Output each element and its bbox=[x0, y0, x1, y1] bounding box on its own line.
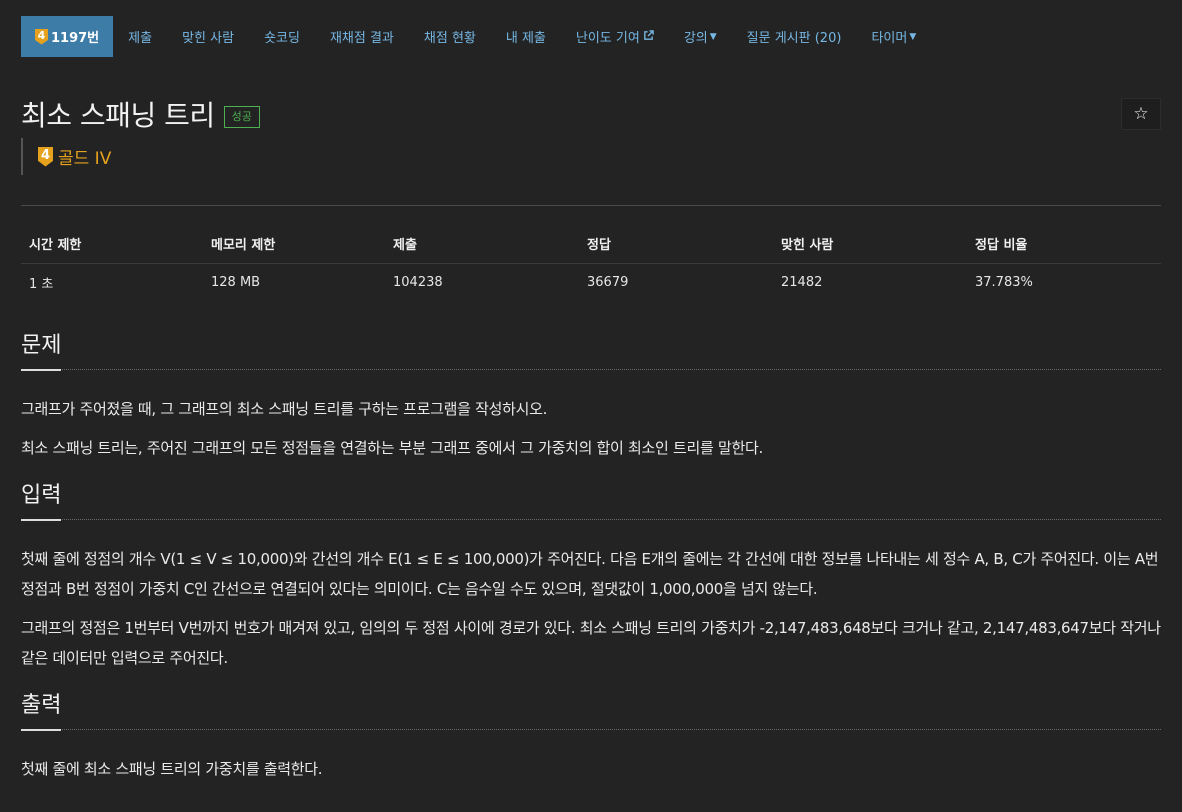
problem-title: 최소 스패닝 트리 bbox=[21, 99, 215, 132]
problem-nav: 4 1197번 제출 맞힌 사람 숏코딩 재채점 결과 채점 현황 내 제출 난… bbox=[21, 16, 1161, 57]
input-description: 첫째 줄에 정점의 개수 V(1 ≤ V ≤ 10,000)와 간선의 개수 E… bbox=[21, 544, 1161, 673]
header-submissions: 제출 bbox=[385, 224, 579, 264]
section-output: 출력 첫째 줄에 최소 스패닝 트리의 가중치를 출력한다. bbox=[21, 691, 1161, 784]
problem-info-table: 시간 제한 메모리 제한 제출 정답 맞힌 사람 정답 비율 1 초 128 M… bbox=[21, 224, 1161, 301]
nav-my-submissions[interactable]: 내 제출 bbox=[491, 16, 561, 57]
heading-underline bbox=[21, 369, 61, 371]
caret-down-icon: ▼ bbox=[709, 31, 717, 42]
star-icon: ☆ bbox=[1133, 104, 1149, 123]
accept-ratio-value: 37.783% bbox=[975, 275, 1033, 290]
time-limit-value: 1 초 bbox=[29, 277, 54, 292]
problem-heading: 문제 bbox=[21, 333, 62, 358]
nav-qna-board[interactable]: 질문 게시판 (20) bbox=[732, 16, 857, 57]
tier-label[interactable]: 골드 IV bbox=[58, 144, 111, 169]
section-heading: 문제 bbox=[21, 331, 1161, 371]
heading-underline bbox=[21, 519, 61, 521]
divider bbox=[21, 205, 1161, 206]
tier-icon: 4 bbox=[38, 146, 53, 167]
header-accepted: 정답 bbox=[579, 224, 773, 264]
favorite-star-button[interactable]: ☆ bbox=[1121, 98, 1161, 130]
nav-submit-label: 제출 bbox=[128, 31, 153, 46]
memory-limit-value: 128 MB bbox=[211, 275, 261, 290]
table-header-row: 시간 제한 메모리 제한 제출 정답 맞힌 사람 정답 비율 bbox=[21, 224, 1161, 264]
nav-lectures-dropdown[interactable]: 강의 ▼ bbox=[669, 16, 732, 57]
caret-down-icon: ▼ bbox=[909, 31, 917, 42]
nav-timer-dropdown[interactable]: 타이머 ▼ bbox=[856, 16, 931, 57]
paragraph: 그래프가 주어졌을 때, 그 그래프의 최소 스패닝 트리를 구하는 프로그램을… bbox=[21, 400, 548, 418]
nav-difficulty-label: 난이도 기여 bbox=[575, 31, 640, 46]
problem-tier: 4 골드 IV bbox=[21, 138, 1161, 175]
section-problem: 문제 그래프가 주어졌을 때, 그 그래프의 최소 스패닝 트리를 구하는 프로… bbox=[21, 331, 1161, 463]
nav-lectures-label: 강의 bbox=[683, 31, 708, 46]
result-badge: 성공 bbox=[223, 106, 260, 128]
table-row: 1 초 128 MB 104238 36679 21482 37.783% bbox=[21, 264, 1161, 302]
nav-qna-label: 질문 게시판 (20) bbox=[746, 31, 842, 46]
submissions-value: 104238 bbox=[393, 275, 443, 290]
nav-difficulty-contribution[interactable]: 난이도 기여 bbox=[561, 16, 669, 57]
paragraph: 최소 스패닝 트리는, 주어진 그래프의 모든 정점들을 연결하는 부분 그래프… bbox=[21, 439, 763, 457]
header-time-limit: 시간 제한 bbox=[21, 224, 203, 264]
nav-timer-label: 타이머 bbox=[871, 31, 908, 46]
nav-solved-users-label: 맞힌 사람 bbox=[182, 31, 235, 46]
external-link-icon bbox=[643, 29, 654, 44]
paragraph: 첫째 줄에 정점의 개수 V(1 ≤ V ≤ 10,000)와 간선의 개수 E… bbox=[21, 550, 1159, 598]
header-memory-limit: 메모리 제한 bbox=[203, 224, 385, 264]
nav-rejudge-results[interactable]: 재채점 결과 bbox=[315, 16, 409, 57]
nav-judge-status[interactable]: 채점 현황 bbox=[409, 16, 491, 57]
output-description: 첫째 줄에 최소 스패닝 트리의 가중치를 출력한다. bbox=[21, 754, 1161, 784]
solved-users-value: 21482 bbox=[781, 275, 823, 290]
problem-header: 최소 스패닝 트리 성공 ☆ bbox=[21, 96, 1161, 132]
problem-number-label: 1197번 bbox=[51, 31, 100, 46]
nav-short-coding[interactable]: 숏코딩 bbox=[249, 16, 315, 57]
nav-judge-status-label: 채점 현황 bbox=[423, 31, 476, 46]
section-heading: 입력 bbox=[21, 481, 1161, 521]
paragraph: 첫째 줄에 최소 스패닝 트리의 가중치를 출력한다. bbox=[21, 760, 323, 778]
heading-underline bbox=[21, 729, 61, 731]
section-heading: 출력 bbox=[21, 691, 1161, 731]
nav-problem-number[interactable]: 4 1197번 bbox=[21, 16, 114, 57]
nav-submit[interactable]: 제출 bbox=[113, 16, 167, 57]
nav-my-submissions-label: 내 제출 bbox=[505, 31, 546, 46]
input-heading: 입력 bbox=[21, 483, 62, 508]
accepted-value: 36679 bbox=[587, 275, 629, 290]
nav-short-coding-label: 숏코딩 bbox=[264, 31, 300, 46]
paragraph: 그래프의 정점은 1번부터 V번까지 번호가 매겨져 있고, 임의의 두 정점 … bbox=[21, 619, 1161, 667]
nav-rejudge-results-label: 재채점 결과 bbox=[329, 31, 394, 46]
nav-solved-users[interactable]: 맞힌 사람 bbox=[167, 16, 249, 57]
header-solved-users: 맞힌 사람 bbox=[773, 224, 967, 264]
section-input: 입력 첫째 줄에 정점의 개수 V(1 ≤ V ≤ 10,000)와 간선의 개… bbox=[21, 481, 1161, 673]
header-accept-ratio: 정답 비율 bbox=[967, 224, 1161, 264]
output-heading: 출력 bbox=[21, 693, 62, 718]
tier-icon: 4 bbox=[35, 28, 48, 45]
problem-description: 그래프가 주어졌을 때, 그 그래프의 최소 스패닝 트리를 구하는 프로그램을… bbox=[21, 394, 1161, 463]
